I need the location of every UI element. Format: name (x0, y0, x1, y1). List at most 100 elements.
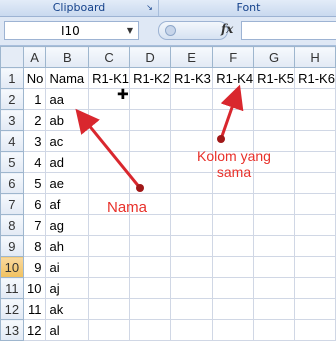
cell[interactable] (169, 235, 214, 257)
cell[interactable]: 4 (22, 151, 47, 173)
cell[interactable] (129, 256, 171, 278)
row-header[interactable]: 1 (0, 67, 24, 89)
column-header[interactable]: C (88, 46, 131, 68)
cell[interactable] (212, 109, 255, 131)
cell[interactable] (129, 298, 171, 320)
cell[interactable]: ae (45, 172, 90, 194)
name-box[interactable]: I10 ▼ (4, 21, 139, 40)
column-header[interactable]: D (129, 46, 171, 68)
cell[interactable] (294, 193, 336, 215)
cell[interactable]: R1-K3 (169, 67, 214, 89)
cell[interactable] (253, 88, 296, 110)
insert-function-icon[interactable]: fx (221, 22, 233, 36)
cell[interactable] (294, 298, 336, 320)
cell[interactable] (212, 319, 255, 341)
cell[interactable] (253, 256, 296, 278)
cell[interactable] (169, 193, 214, 215)
cell[interactable]: R1-K4 (212, 67, 255, 89)
cell[interactable] (253, 235, 296, 257)
cell[interactable] (212, 277, 255, 299)
cell[interactable] (212, 235, 255, 257)
cell[interactable]: ak (45, 298, 90, 320)
cell[interactable] (129, 214, 171, 236)
column-header[interactable]: A (22, 46, 47, 68)
cell[interactable] (212, 193, 255, 215)
row-header[interactable]: 10 (0, 256, 24, 278)
cell[interactable]: 12 (22, 319, 47, 341)
cell[interactable] (169, 256, 214, 278)
chevron-down-icon[interactable]: ▼ (124, 23, 136, 38)
cell[interactable]: aj (45, 277, 90, 299)
row-header[interactable]: 2 (0, 88, 24, 110)
cell[interactable]: af (45, 193, 90, 215)
cell[interactable] (212, 88, 255, 110)
cell[interactable] (88, 256, 131, 278)
cell[interactable] (129, 319, 171, 341)
cell[interactable]: ag (45, 214, 90, 236)
cell[interactable] (294, 256, 336, 278)
cell[interactable]: 2 (22, 109, 47, 131)
cell[interactable] (169, 214, 214, 236)
cell[interactable] (294, 172, 336, 194)
cell[interactable] (253, 109, 296, 131)
cell[interactable]: R1-K1 (88, 67, 131, 89)
row-header[interactable]: 12 (0, 298, 24, 320)
cell[interactable]: ad (45, 151, 90, 173)
row-header[interactable]: 6 (0, 172, 24, 194)
cell[interactable] (88, 235, 131, 257)
cell[interactable]: 8 (22, 235, 47, 257)
row-header[interactable]: 8 (0, 214, 24, 236)
cell[interactable] (88, 109, 131, 131)
cell[interactable]: R1-K2 (129, 67, 171, 89)
formula-input[interactable] (241, 21, 336, 40)
cell[interactable] (169, 109, 214, 131)
cell[interactable]: al (45, 319, 90, 341)
cell[interactable]: ab (45, 109, 90, 131)
cell[interactable]: 5 (22, 172, 47, 194)
cell[interactable] (129, 172, 171, 194)
cell[interactable] (294, 214, 336, 236)
column-header[interactable]: G (253, 46, 296, 68)
cell[interactable] (212, 214, 255, 236)
column-header[interactable]: H (294, 46, 336, 68)
cell[interactable]: No (22, 67, 47, 89)
cell[interactable] (294, 277, 336, 299)
row-header[interactable]: 5 (0, 151, 24, 173)
cell[interactable]: 10 (22, 277, 47, 299)
cell[interactable] (129, 130, 171, 152)
cell[interactable] (129, 277, 171, 299)
select-all-corner[interactable] (0, 46, 24, 68)
cell[interactable] (88, 277, 131, 299)
cell[interactable] (88, 298, 131, 320)
cell[interactable] (294, 109, 336, 131)
dialog-launcher-icon[interactable]: ↘ (145, 3, 154, 12)
cell[interactable]: 6 (22, 193, 47, 215)
cell[interactable] (88, 151, 131, 173)
row-header[interactable]: 3 (0, 109, 24, 131)
cell[interactable] (294, 130, 336, 152)
cell[interactable] (169, 319, 214, 341)
cell[interactable] (294, 151, 336, 173)
formula-bar-splitter[interactable] (158, 21, 228, 40)
cell[interactable] (294, 235, 336, 257)
cell[interactable]: 9 (22, 256, 47, 278)
cell[interactable] (169, 298, 214, 320)
column-header[interactable]: F (212, 46, 255, 68)
cell[interactable] (253, 298, 296, 320)
cell[interactable] (88, 214, 131, 236)
cell[interactable] (129, 109, 171, 131)
row-header[interactable]: 9 (0, 235, 24, 257)
cell[interactable] (129, 235, 171, 257)
row-header[interactable]: 4 (0, 130, 24, 152)
cell[interactable]: R1-K5 (253, 67, 296, 89)
cell[interactable] (294, 88, 336, 110)
cell[interactable] (169, 277, 214, 299)
cell[interactable] (212, 298, 255, 320)
cell[interactable]: ac (45, 130, 90, 152)
cell[interactable]: ah (45, 235, 90, 257)
cell[interactable] (88, 172, 131, 194)
cell[interactable]: aa (45, 88, 90, 110)
cell[interactable] (169, 88, 214, 110)
cell[interactable]: 3 (22, 130, 47, 152)
column-header[interactable]: B (45, 46, 90, 68)
